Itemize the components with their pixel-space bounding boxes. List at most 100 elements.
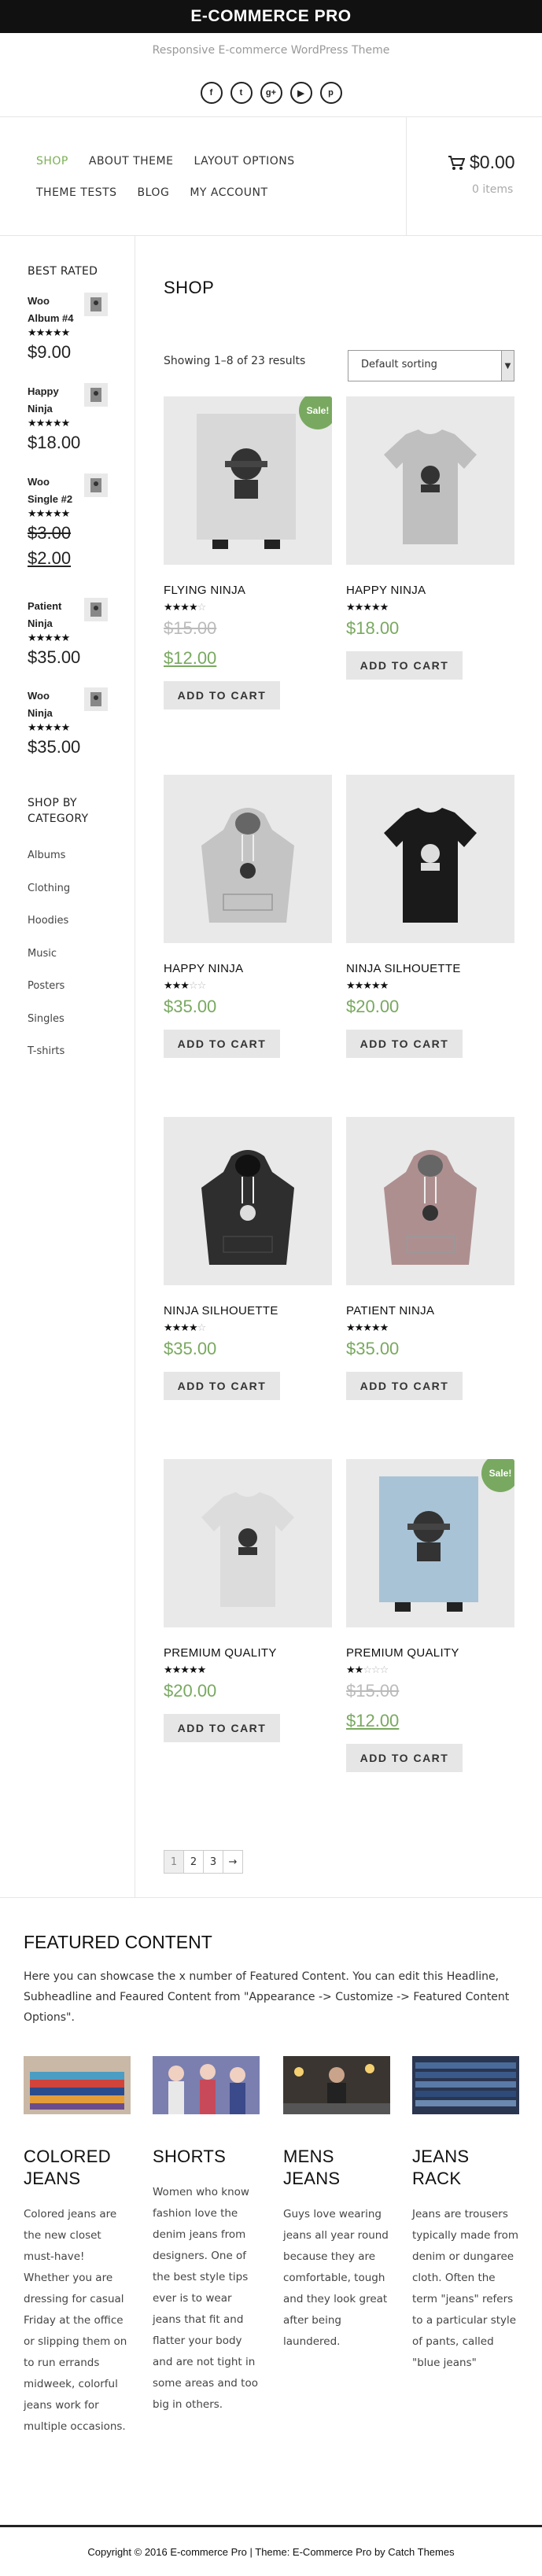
product-image[interactable]: Sale!	[164, 396, 332, 565]
best-rated-item[interactable]: Happy Ninja ★★★★★ $18.00	[28, 383, 114, 455]
product-name[interactable]: HAPPY NINJA	[164, 962, 332, 975]
product-image[interactable]	[164, 1117, 332, 1285]
featured-title: FEATURED CONTENT	[24, 1932, 212, 1952]
add-to-cart-button[interactable]: ADD TO CART	[346, 1372, 463, 1400]
sale-badge: Sale!	[481, 1459, 514, 1492]
nav-item-about-theme[interactable]: ABOUT THEME	[89, 155, 174, 168]
product-thumbnail[interactable]	[84, 687, 108, 711]
product-thumbnail[interactable]	[84, 474, 108, 497]
product-name[interactable]: FLYING NINJA	[164, 584, 332, 597]
sort-select-value: Default sorting	[361, 359, 437, 370]
nav-item-theme-tests[interactable]: THEME TESTS	[36, 186, 117, 199]
primary-navigation: SHOP ABOUT THEME LAYOUT OPTIONS THEME TEST…	[0, 116, 542, 236]
featured-image[interactable]	[412, 2056, 519, 2117]
rating-stars: ★★★★★	[164, 1664, 332, 1676]
add-to-cart-button[interactable]: ADD TO CART	[164, 1372, 280, 1400]
nav-item-my-account[interactable]: MY ACCOUNT	[190, 186, 267, 199]
next-page-link[interactable]: →	[223, 1850, 243, 1874]
category-link-albums[interactable]: Albums	[28, 849, 65, 861]
featured-item-title-line2[interactable]: RACK	[412, 2168, 519, 2190]
featured-image[interactable]	[153, 2056, 260, 2117]
facebook-icon[interactable]: f	[200, 82, 223, 104]
product-name[interactable]: PREMIUM QUALITY	[164, 1646, 332, 1660]
featured-item-text: Jeans are trousers typically made from d…	[412, 2208, 519, 2369]
featured-item: MENS JEANS Guys love wearing jeans all yea…	[283, 2056, 390, 2353]
page-link-2[interactable]: 2	[183, 1850, 204, 1874]
featured-item: JEANS RACK Jeans are trousers typically ma…	[412, 2056, 519, 2374]
featured-item-title[interactable]: MENS JEANS	[283, 2146, 390, 2190]
product-card[interactable]: NINJA SILHOUETTE ★★★★★ $20.00 ADD TO CART	[346, 775, 514, 1058]
product-name[interactable]: NINJA SILHOUETTE	[164, 1304, 332, 1317]
price: $18.00	[346, 618, 400, 638]
category-link-clothing[interactable]: Clothing	[28, 883, 70, 894]
product-image[interactable]	[346, 1117, 514, 1285]
category-link-t-shirts[interactable]: T-shirts	[28, 1045, 65, 1057]
youtube-icon[interactable]: ▶	[289, 82, 312, 104]
add-to-cart-button[interactable]: ADD TO CART	[346, 1030, 463, 1058]
featured-image[interactable]	[24, 2056, 131, 2117]
page-link-3[interactable]: 3	[203, 1850, 223, 1874]
add-to-cart-button[interactable]: ADD TO CART	[164, 681, 280, 709]
add-to-cart-button[interactable]: ADD TO CART	[346, 651, 463, 680]
product-card[interactable]: PREMIUM QUALITY ★★★★★ $20.00 ADD TO CART	[164, 1459, 332, 1742]
cart-link[interactable]: $0.00	[448, 152, 515, 173]
featured-item-title-line1[interactable]: SHORTS	[153, 2146, 260, 2168]
pinterest-icon[interactable]: p	[319, 82, 342, 104]
featured-item-title[interactable]: SHORTS	[153, 2146, 260, 2168]
product-thumbnail[interactable]	[84, 293, 108, 316]
price: $12.00	[346, 1711, 400, 1730]
price: $35.00	[164, 997, 217, 1016]
product-image[interactable]	[164, 1459, 332, 1627]
googleplus-icon[interactable]: g+	[260, 82, 282, 104]
category-link-posters[interactable]: Posters	[28, 980, 65, 992]
best-rated-heading: BEST RATED	[28, 265, 98, 278]
sort-select[interactable]: Default sorting ▼	[348, 350, 514, 381]
category-link-music[interactable]: Music	[28, 948, 57, 960]
rating-stars: ★★★★★	[28, 418, 70, 429]
product-thumbnail[interactable]	[84, 383, 108, 407]
product-card[interactable]: NINJA SILHOUETTE ★★★★☆ $35.00 ADD TO CART	[164, 1117, 332, 1400]
social-links: f t g+ ▶ p	[0, 82, 542, 104]
product-card[interactable]: Sale! FLYING NINJA ★★★★☆ $15.00 $12.00 ADD TO…	[164, 396, 332, 709]
cart-icon	[448, 155, 465, 170]
product-thumbnail[interactable]	[84, 598, 108, 621]
featured-item-title-line1[interactable]: MENS	[283, 2146, 390, 2168]
add-to-cart-button[interactable]: ADD TO CART	[164, 1030, 280, 1058]
category-link-singles[interactable]: Singles	[28, 1013, 65, 1025]
nav-item-blog[interactable]: BLOG	[138, 186, 170, 199]
product-image[interactable]	[164, 775, 332, 943]
best-rated-item[interactable]: Woo Single #2 ★★★★★ $3.00 $2.00	[28, 474, 114, 571]
site-title[interactable]: E-COMMERCE PRO	[0, 0, 542, 33]
product-card[interactable]: HAPPY NINJA ★★★☆☆ $35.00 ADD TO CART	[164, 775, 332, 1058]
product-card[interactable]: PATIENT NINJA ★★★★★ $35.00 ADD TO CART	[346, 1117, 514, 1400]
featured-item-title[interactable]: COLORED JEANS	[24, 2146, 131, 2190]
best-rated-item[interactable]: Woo Album #4 ★★★★★ $9.00	[28, 293, 114, 365]
category-link-hoodies[interactable]: Hoodies	[28, 915, 68, 927]
featured-item-title-line1[interactable]: COLORED	[24, 2146, 131, 2168]
featured-item-text: Women who know fashion love the denim je…	[153, 2186, 258, 2411]
featured-item-title-line2[interactable]: JEANS	[24, 2168, 131, 2190]
featured-image[interactable]	[283, 2056, 390, 2117]
product-card[interactable]: HAPPY NINJA ★★★★★ $18.00 ADD TO CART	[346, 396, 514, 680]
product-image[interactable]: Sale!	[346, 1459, 514, 1627]
rating-stars-filled: ★★★★★	[346, 1322, 389, 1334]
product-name[interactable]: PREMIUM QUALITY	[346, 1646, 514, 1660]
best-rated-item[interactable]: Patient Ninja ★★★★★ $35.00	[28, 598, 114, 670]
product-name[interactable]: HAPPY NINJA	[346, 584, 514, 597]
featured-item-title-line2[interactable]: JEANS	[283, 2168, 390, 2190]
add-to-cart-button[interactable]: ADD TO CART	[346, 1744, 463, 1772]
add-to-cart-button[interactable]: ADD TO CART	[164, 1714, 280, 1742]
product-image[interactable]	[346, 775, 514, 943]
featured-item-title[interactable]: JEANS RACK	[412, 2146, 519, 2190]
featured-item-title-line1[interactable]: JEANS	[412, 2146, 519, 2168]
product-name[interactable]: NINJA SILHOUETTE	[346, 962, 514, 975]
best-rated-item[interactable]: Woo Ninja ★★★★★ $35.00	[28, 687, 114, 760]
twitter-icon[interactable]: t	[230, 82, 253, 104]
featured-item: SHORTS Women who know fashion love the de…	[153, 2056, 260, 2416]
rating-stars-filled: ★★★	[164, 980, 190, 992]
nav-item-shop[interactable]: SHOP	[36, 155, 68, 168]
product-name[interactable]: PATIENT NINJA	[346, 1304, 514, 1317]
nav-item-layout-options[interactable]: LAYOUT OPTIONS	[194, 155, 294, 168]
product-image[interactable]	[346, 396, 514, 565]
product-card[interactable]: Sale! PREMIUM QUALITY ★★☆☆☆ $15.00 $12.00 ADD…	[346, 1459, 514, 1772]
